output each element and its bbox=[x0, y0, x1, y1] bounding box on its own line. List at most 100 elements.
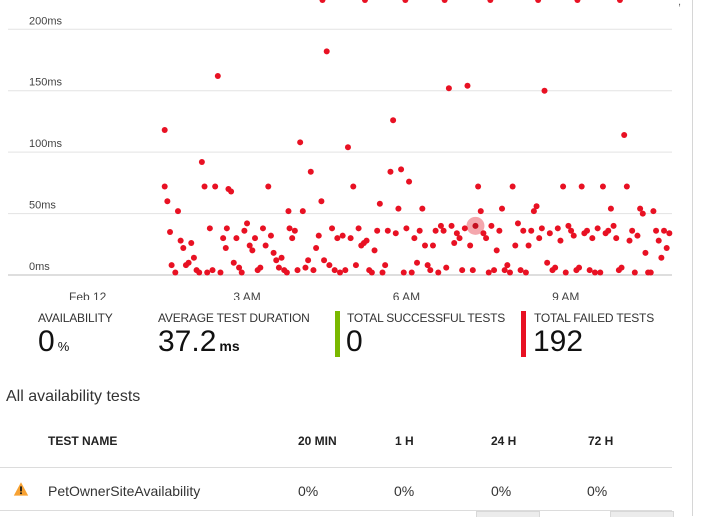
data-point bbox=[201, 183, 208, 190]
data-point bbox=[209, 267, 216, 274]
column-header-72-h[interactable]: 72 H bbox=[588, 434, 613, 448]
data-point bbox=[586, 267, 593, 274]
data-point bbox=[305, 257, 312, 264]
partial-control bbox=[610, 511, 674, 517]
data-point bbox=[560, 183, 567, 190]
data-point bbox=[467, 242, 474, 249]
data-point bbox=[185, 259, 192, 266]
metric-availability-value: 0 bbox=[38, 325, 55, 358]
data-point bbox=[174, 208, 181, 215]
data-point bbox=[252, 235, 259, 242]
metric-availability-unit: % bbox=[57, 339, 70, 354]
data-point bbox=[522, 269, 529, 276]
data-point bbox=[485, 269, 492, 276]
data-point bbox=[310, 267, 317, 274]
data-point bbox=[464, 82, 471, 89]
data-point bbox=[647, 269, 654, 276]
data-point bbox=[432, 227, 439, 234]
data-point bbox=[616, 0, 623, 3]
data-point bbox=[164, 198, 171, 205]
data-point bbox=[499, 205, 506, 212]
data-point bbox=[440, 227, 447, 234]
column-header-test-name[interactable]: TEST NAME bbox=[48, 434, 117, 448]
data-point bbox=[443, 264, 450, 271]
data-point bbox=[576, 264, 583, 271]
data-point bbox=[427, 267, 434, 274]
section-title: All availability tests bbox=[6, 388, 141, 405]
metric-successful-value: 0 bbox=[346, 325, 363, 358]
table-row-divider bbox=[0, 510, 672, 511]
data-point bbox=[265, 183, 272, 190]
metric-failed-value: 192 bbox=[533, 325, 584, 358]
data-point bbox=[650, 208, 657, 215]
data-point bbox=[350, 183, 357, 190]
data-point bbox=[658, 254, 665, 261]
data-point bbox=[302, 264, 309, 271]
data-point bbox=[299, 208, 306, 215]
y-tick-label: 50ms bbox=[29, 200, 56, 212]
cell-20-min: 0% bbox=[298, 483, 319, 499]
column-header-20-min[interactable]: 20 MIN bbox=[298, 434, 337, 448]
panel-divider bbox=[692, 0, 693, 516]
data-point bbox=[313, 244, 320, 251]
data-point bbox=[597, 269, 604, 276]
data-point bbox=[318, 198, 325, 205]
data-point bbox=[334, 235, 341, 242]
data-point bbox=[663, 244, 670, 251]
data-point bbox=[368, 269, 375, 276]
data-point bbox=[631, 269, 638, 276]
data-point bbox=[469, 267, 476, 274]
data-point bbox=[267, 232, 274, 239]
data-point bbox=[445, 85, 452, 92]
data-point bbox=[459, 267, 466, 274]
data-point bbox=[339, 232, 346, 239]
metric-avg-duration-unit: ms bbox=[219, 338, 240, 354]
data-point bbox=[421, 242, 428, 249]
data-point bbox=[504, 262, 511, 269]
data-point bbox=[406, 178, 413, 185]
column-header-24-h[interactable]: 24 H bbox=[491, 434, 516, 448]
data-point bbox=[618, 264, 625, 271]
data-point bbox=[382, 262, 389, 269]
data-point bbox=[198, 158, 205, 165]
data-point bbox=[594, 225, 601, 232]
data-point bbox=[623, 183, 630, 190]
data-point bbox=[283, 269, 290, 276]
data-point bbox=[321, 257, 328, 264]
data-point bbox=[512, 242, 519, 249]
data-point bbox=[233, 235, 240, 242]
metric-avg-duration-value: 37.2 bbox=[158, 325, 217, 358]
warning-icon bbox=[13, 482, 29, 496]
table-row[interactable]: PetOwnerSiteAvailability 0% 0% 0% 0% bbox=[0, 468, 672, 510]
data-point bbox=[337, 269, 343, 276]
data-point bbox=[626, 237, 633, 244]
data-point bbox=[262, 242, 269, 249]
column-header-1-h[interactable]: 1 H bbox=[395, 434, 414, 448]
data-point bbox=[217, 269, 224, 276]
data-point bbox=[525, 242, 532, 249]
data-point bbox=[390, 117, 397, 124]
data-point bbox=[214, 72, 221, 79]
data-point bbox=[613, 235, 620, 242]
data-point bbox=[319, 0, 326, 3]
cell-24-h: 0% bbox=[491, 483, 512, 499]
data-point bbox=[496, 227, 503, 234]
data-point bbox=[188, 240, 195, 247]
data-point bbox=[363, 237, 370, 244]
data-point bbox=[342, 267, 349, 274]
data-point bbox=[639, 210, 646, 217]
data-point bbox=[273, 257, 280, 264]
data-point bbox=[456, 235, 463, 242]
x-tick-label: 6 AM bbox=[393, 290, 420, 300]
data-point bbox=[541, 87, 548, 94]
data-point bbox=[257, 264, 264, 271]
data-point bbox=[528, 227, 535, 234]
data-point bbox=[461, 225, 468, 232]
data-point bbox=[241, 227, 248, 234]
data-point bbox=[289, 235, 296, 242]
data-point bbox=[297, 139, 304, 146]
data-point bbox=[536, 235, 543, 242]
data-point bbox=[533, 203, 540, 210]
test-name-cell[interactable]: PetOwnerSiteAvailability bbox=[48, 483, 200, 499]
data-point bbox=[629, 227, 636, 234]
